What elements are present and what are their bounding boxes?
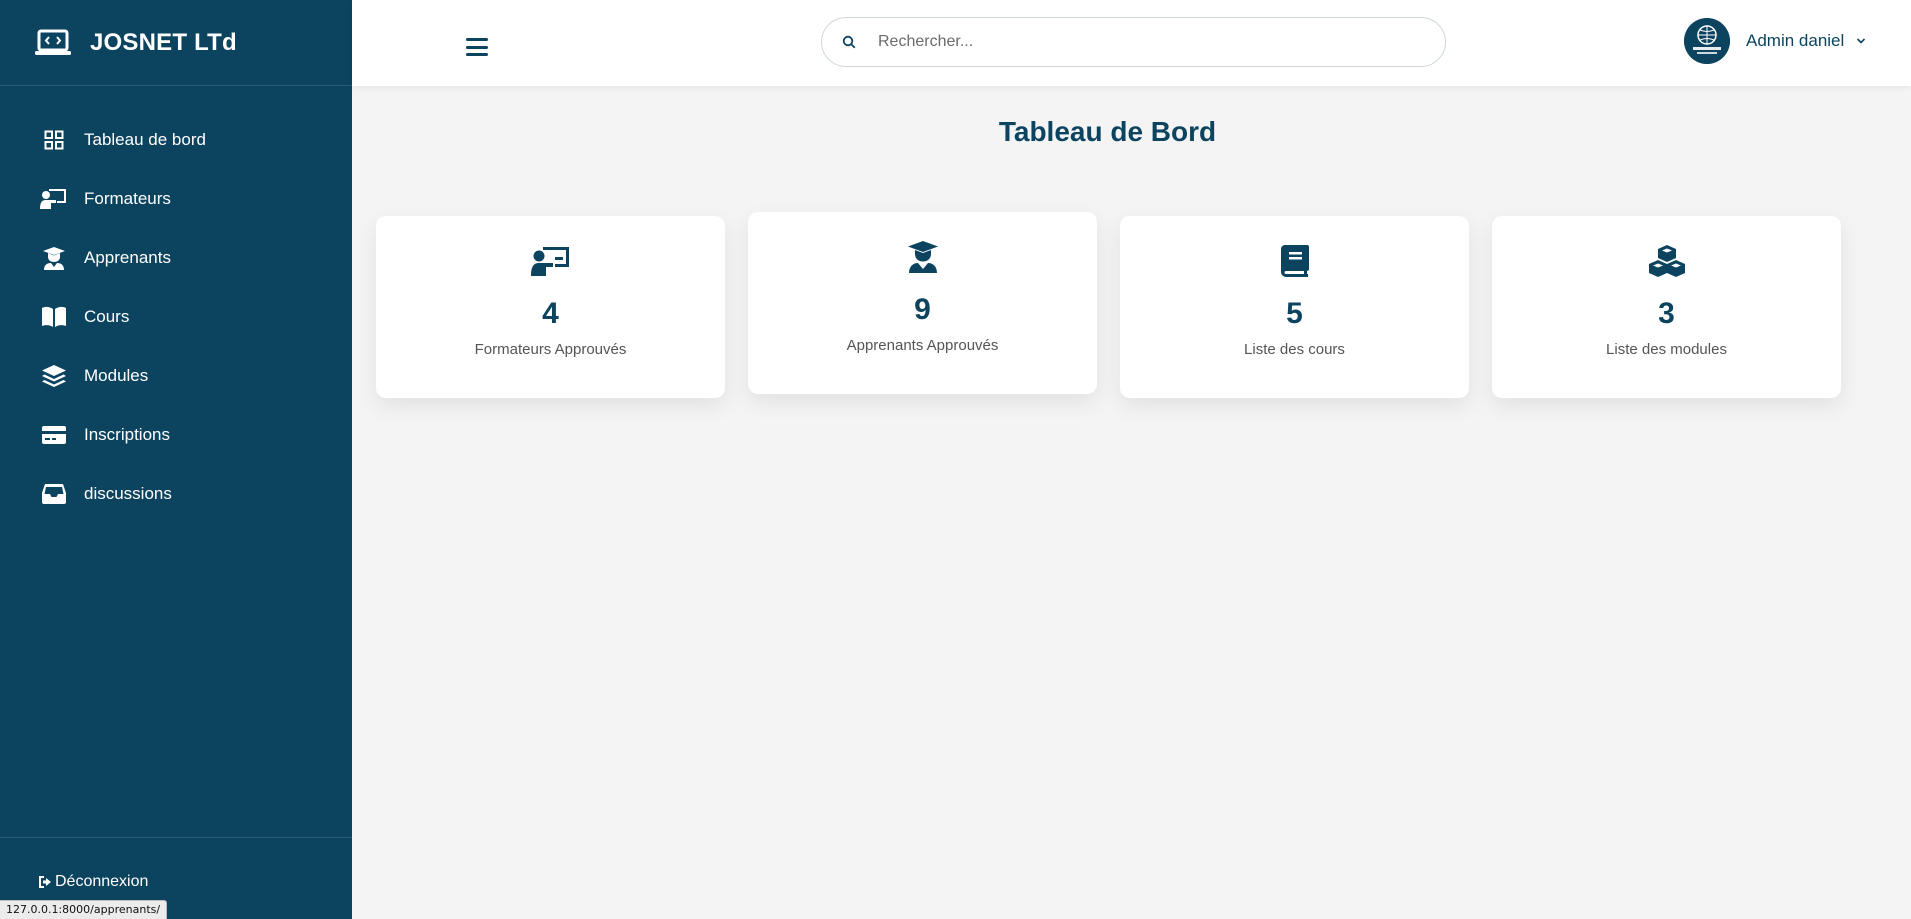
stat-card-cours[interactable]: 5 Liste des cours	[1120, 216, 1469, 398]
logout-label: Déconnexion	[55, 872, 149, 890]
brand-name: JOSNET LTd	[90, 28, 237, 56]
laptop-code-icon	[34, 29, 72, 57]
stat-count: 3	[1658, 297, 1675, 330]
search-bar[interactable]	[821, 17, 1446, 67]
user-name: Admin daniel	[1746, 31, 1845, 50]
status-bar-url: 127.0.0.1:8000/apprenants/	[0, 900, 168, 919]
layers-icon	[40, 363, 68, 389]
sidebar-item-discussions[interactable]: discussions	[0, 464, 352, 523]
user-graduate-icon	[903, 240, 943, 274]
topbar: Admin daniel	[352, 0, 1911, 86]
sidebar-item-label: Cours	[84, 306, 130, 326]
stat-card-apprenants[interactable]: 9 Apprenants Approuvés	[748, 212, 1097, 394]
stat-label: Apprenants Approuvés	[846, 337, 999, 354]
sidebar-item-label: Apprenants	[84, 247, 171, 267]
stat-card-modules[interactable]: 3 Liste des modules	[1492, 216, 1841, 398]
search-input[interactable]	[878, 33, 1398, 51]
inbox-icon	[40, 481, 68, 507]
sidebar-item-cours[interactable]: Cours	[0, 287, 352, 346]
book-icon	[1275, 244, 1315, 278]
sidebar-item-formateurs[interactable]: Formateurs	[0, 169, 352, 228]
menu-toggle-icon[interactable]	[466, 38, 488, 56]
avatar	[1684, 18, 1730, 64]
stat-label: Formateurs Approuvés	[474, 341, 627, 358]
chalkboard-teacher-icon	[40, 186, 68, 212]
sidebar-item-apprenants[interactable]: Apprenants	[0, 228, 352, 287]
page-title: Tableau de Bord	[998, 116, 1217, 147]
sidebar-item-label: Modules	[84, 365, 149, 385]
user-menu[interactable]: Admin daniel	[1684, 18, 1866, 64]
credit-card-icon	[40, 422, 68, 448]
logout-link[interactable]: Déconnexion	[38, 873, 148, 891]
sidebar-item-label: discussions	[84, 483, 172, 503]
sidebar-item-tableau-de-bord[interactable]: Tableau de bord	[0, 110, 352, 169]
sidebar-nav: Tableau de bord Formateurs Apprenants Co…	[0, 86, 352, 523]
stat-label: Liste des cours	[1244, 341, 1345, 358]
stat-label: Liste des modules	[1606, 341, 1727, 358]
sidebar-item-label: Tableau de bord	[84, 129, 206, 149]
sign-out-icon	[38, 875, 54, 889]
sidebar: JOSNET LTd Tableau de bord Formateurs Ap…	[0, 0, 352, 919]
book-open-icon	[40, 304, 68, 330]
chevron-down-icon	[1856, 37, 1866, 45]
sidebar-item-label: Inscriptions	[84, 424, 170, 444]
stat-card-formateurs[interactable]: 4 Formateurs Approuvés	[376, 216, 725, 398]
sidebar-item-label: Formateurs	[84, 188, 171, 208]
stat-count: 9	[914, 293, 931, 326]
search-icon	[842, 35, 856, 49]
brand[interactable]: JOSNET LTd	[0, 0, 352, 86]
grid-icon	[40, 127, 68, 153]
stat-count: 5	[1286, 297, 1303, 330]
user-graduate-icon	[40, 245, 68, 271]
chalkboard-teacher-icon	[530, 244, 571, 278]
cubes-icon	[1647, 244, 1687, 278]
sidebar-item-modules[interactable]: Modules	[0, 346, 352, 405]
stat-count: 4	[542, 297, 559, 330]
sidebar-item-inscriptions[interactable]: Inscriptions	[0, 405, 352, 464]
